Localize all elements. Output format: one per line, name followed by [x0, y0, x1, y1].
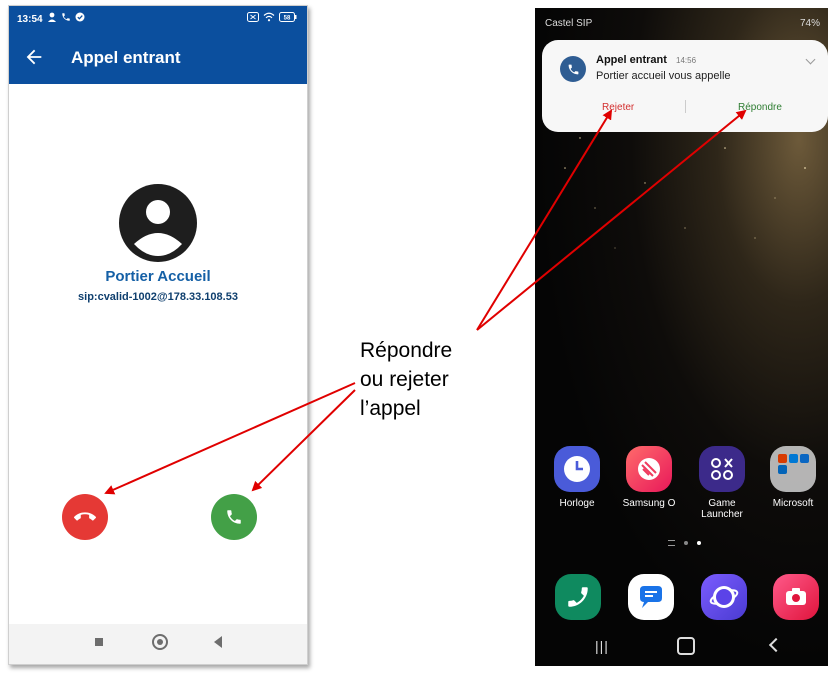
battery-icon: 58 [279, 12, 297, 22]
reject-button[interactable]: Rejeter [602, 102, 634, 113]
clock-icon [554, 446, 600, 492]
wifi-icon [263, 12, 275, 22]
caller-name: Portier Accueil [105, 268, 211, 285]
app-label: Horloge [559, 498, 595, 509]
carrier-name: Castel SIP [545, 18, 593, 29]
answer-button[interactable]: Répondre [738, 102, 782, 113]
navigation-bar: ||| [535, 624, 828, 666]
annotation-line-1: Répondre [360, 339, 453, 362]
annotation-line-2: ou rejeter [360, 368, 449, 391]
app-label: Microsoft [772, 498, 814, 509]
page-indicator-menu[interactable] [668, 540, 675, 546]
battery-level: 74% [799, 18, 820, 29]
recent-apps-button[interactable] [95, 638, 103, 646]
status-bar: Castel SIP 74% [535, 8, 828, 38]
reject-call-button[interactable] [62, 494, 108, 540]
back-button[interactable] [768, 637, 784, 653]
hang-up-icon [74, 512, 96, 521]
folder-icon [770, 446, 816, 492]
status-time: 13:54 [17, 14, 43, 25]
nfc-icon [247, 12, 259, 22]
internet-app-icon[interactable] [701, 574, 747, 620]
app-folder-microsoft[interactable]: Microsoft [761, 446, 825, 509]
divider [685, 100, 686, 113]
navigation-bar [9, 624, 307, 664]
phone-icon [560, 56, 586, 82]
left-phone-screen: 13:54 58 Appel entrant Portier Accueil s… [8, 5, 308, 665]
person-icon [48, 12, 56, 22]
chevron-down-icon[interactable] [805, 54, 816, 65]
camera-app-icon[interactable] [773, 574, 819, 620]
app-game-launcher[interactable]: Game Launcher [690, 446, 754, 520]
samsung-notes-icon [626, 446, 672, 492]
caller-sip-address: sip:cvalid-1002@178.33.108.53 [78, 291, 238, 303]
battery-level: 58 [284, 16, 291, 22]
accept-call-button[interactable] [211, 494, 257, 540]
page-indicator [668, 540, 701, 546]
annotation-line-3: l’appel [360, 397, 421, 420]
incoming-call-notification[interactable]: Appel entrant 14:56 Portier accueil vous… [542, 40, 828, 132]
back-button[interactable] [214, 636, 222, 648]
app-label: Samsung O [622, 498, 676, 509]
app-samsung-o[interactable]: Samsung O [617, 446, 681, 509]
app-clock[interactable]: Horloge [545, 446, 609, 509]
home-button[interactable] [152, 634, 168, 650]
back-arrow-icon[interactable] [23, 46, 45, 68]
phone-app-icon[interactable] [555, 574, 601, 620]
status-bar: 13:54 58 [9, 6, 307, 32]
app-label: Game Launcher [701, 498, 743, 520]
app-bar: Appel entrant [9, 32, 307, 84]
notification-text: Portier accueil vous appelle [596, 70, 731, 82]
home-button[interactable] [677, 637, 695, 655]
page-dot[interactable] [684, 541, 688, 545]
phone-icon [227, 510, 241, 524]
phone-icon [62, 13, 70, 21]
messages-app-icon[interactable] [628, 574, 674, 620]
recent-apps-button[interactable]: ||| [595, 638, 609, 654]
notification-time: 14:56 [676, 56, 697, 65]
page-title: Appel entrant [71, 48, 181, 67]
right-phone-screen: Castel SIP 74% Appel entrant 14:56 Porti… [535, 8, 828, 666]
status-icons-right: 58 [247, 12, 297, 22]
status-icons-left [47, 12, 85, 22]
avatar-icon [119, 184, 197, 262]
check-circle-icon [75, 12, 85, 22]
notification-title: Appel entrant [596, 54, 667, 66]
page-dot-active[interactable] [697, 541, 701, 545]
annotation-text: Répondre ou rejeter l’appel [360, 336, 452, 423]
game-launcher-icon [699, 446, 745, 492]
